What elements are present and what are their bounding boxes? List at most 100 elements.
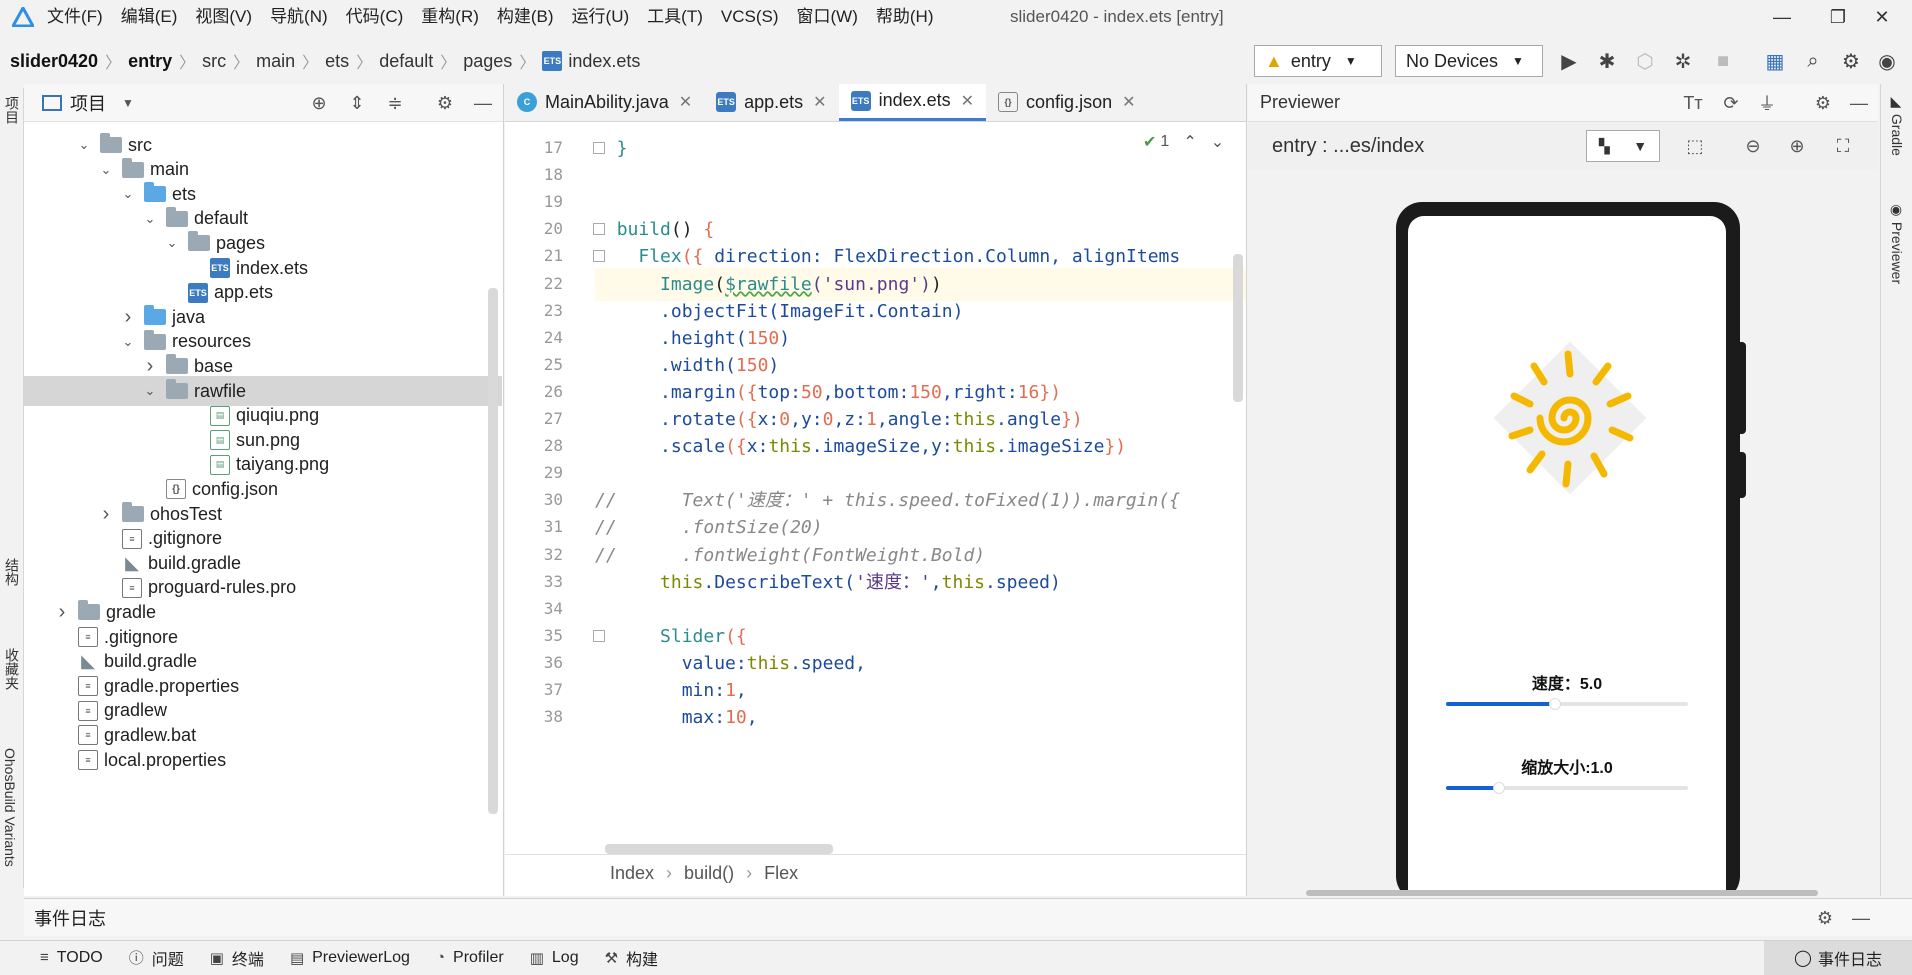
previewer-h-scrollbar[interactable] (1306, 890, 1818, 896)
status-tab[interactable]: ▣ 终端 (210, 946, 264, 970)
tree-item[interactable]: ≡ local.properties (24, 745, 502, 775)
menu-item[interactable]: 视图(V) (186, 0, 261, 34)
chevron-down-icon[interactable]: ⌄ (120, 334, 136, 350)
minimize-icon[interactable]: — (1752, 0, 1812, 34)
menu-item[interactable]: 运行(U) (563, 0, 639, 34)
run-config-select[interactable]: ▲ entry ▼ (1254, 45, 1382, 77)
tool-window-project[interactable]: 项目 (2, 96, 22, 124)
refresh-icon[interactable]: ⟳ (1716, 88, 1746, 118)
locate-icon[interactable]: ⊕ (304, 88, 334, 118)
menu-item[interactable]: 帮助(H) (867, 0, 943, 34)
editor-breadcrumb-item[interactable]: Index (610, 863, 654, 884)
code-area[interactable]: } build() { Flex({ direction: FlexDirect… (595, 122, 1246, 842)
scale-slider-knob[interactable] (1493, 782, 1506, 794)
speed-slider-knob[interactable] (1548, 698, 1561, 710)
panel-settings-icon[interactable]: ⚙ (430, 88, 460, 118)
debug-icon[interactable]: ✱ (1592, 46, 1622, 76)
close-tab-icon[interactable]: ✕ (1122, 92, 1135, 112)
chevron-up-icon[interactable]: ⌃ (1183, 132, 1196, 152)
editor-tab[interactable]: C MainAbility.java ✕ (505, 84, 704, 121)
stop-icon[interactable]: ■ (1708, 46, 1738, 76)
editor-breadcrumb-item[interactable]: build() (684, 863, 734, 884)
editor-breadcrumb-item[interactable]: Flex (764, 863, 798, 884)
hide-event-log-icon[interactable]: — (1846, 903, 1876, 933)
breadcrumb-item[interactable]: src (202, 51, 226, 72)
breadcrumb-item[interactable]: main (256, 51, 295, 72)
chevron-down-icon[interactable]: ⌄ (120, 186, 136, 202)
chevron-down-icon[interactable]: ⌄ (1211, 132, 1224, 152)
menu-item[interactable]: 工具(T) (638, 0, 712, 34)
inspection-widget[interactable]: ✔ 1 ⌃ ⌄ (1143, 132, 1224, 152)
profile-icon[interactable]: ✲ (1668, 46, 1698, 76)
menu-item[interactable]: 构建(B) (488, 0, 563, 34)
previewer-settings-icon[interactable]: ⚙ (1808, 88, 1838, 118)
menu-item[interactable]: 导航(N) (261, 0, 337, 34)
chevron-down-icon[interactable]: ▼ (122, 96, 134, 110)
chevron-down-icon[interactable]: ⌄ (142, 383, 158, 399)
status-tab[interactable]: ≡ TODO (40, 949, 103, 967)
status-tab[interactable]: ▤ PreviewerLog (290, 949, 410, 967)
editor-tab[interactable]: {} config.json ✕ (986, 84, 1147, 121)
event-log-settings-icon[interactable]: ⚙ (1810, 903, 1840, 933)
code-line[interactable]: max:10, (595, 701, 1246, 734)
run-icon[interactable]: ▶ (1554, 46, 1584, 76)
editor-tab[interactable]: ETS app.ets ✕ (704, 84, 838, 121)
status-tab[interactable]: ⚒ 构建 (605, 946, 658, 970)
hide-previewer-icon[interactable]: — (1844, 88, 1874, 118)
menu-item[interactable]: 代码(C) (337, 0, 413, 34)
editor-tab[interactable]: ETS index.ets ✕ (838, 84, 987, 121)
editor-scrollbar[interactable] (1233, 254, 1243, 402)
tool-window-favorites[interactable]: 收藏夹 (2, 648, 22, 690)
search-icon[interactable]: ⌕ (1798, 46, 1828, 76)
account-icon[interactable]: ◉ (1872, 46, 1902, 76)
close-tab-icon[interactable]: ✕ (813, 92, 826, 112)
status-tab[interactable]: ▥ Log (530, 949, 579, 967)
breadcrumb-item[interactable]: default (379, 51, 433, 72)
close-icon[interactable]: ✕ (1852, 0, 1912, 34)
tool-window-previewer[interactable]: ◉ Previewer (1889, 202, 1905, 284)
project-scrollbar[interactable] (488, 288, 498, 814)
chevron-down-icon[interactable]: ⌄ (98, 162, 114, 178)
close-tab-icon[interactable]: ✕ (679, 92, 692, 112)
editor-h-scrollbar[interactable] (605, 844, 833, 854)
menu-item[interactable]: VCS(S) (712, 0, 788, 34)
collapse-all-icon[interactable]: ≑ (380, 88, 410, 118)
layout-mode-select[interactable]: ▚ ▼ (1586, 130, 1660, 162)
scale-slider[interactable] (1446, 782, 1688, 794)
text-size-icon[interactable]: Tт (1678, 88, 1708, 118)
menu-item[interactable]: 编辑(E) (112, 0, 187, 34)
menu-item[interactable]: 重构(R) (412, 0, 488, 34)
breadcrumb-item[interactable]: pages (463, 51, 512, 72)
zoom-out-icon[interactable]: ⊖ (1738, 131, 1768, 161)
settings-gear-icon[interactable]: ⚙ (1836, 46, 1866, 76)
status-tab[interactable]: ⓘ 问题 (129, 946, 184, 970)
chevron-right-icon[interactable]: › (120, 306, 136, 329)
fit-icon[interactable]: ⬚ (1680, 131, 1710, 161)
chevron-right-icon[interactable]: › (54, 601, 70, 624)
breadcrumb-item[interactable]: slider0420 (10, 51, 98, 72)
breadcrumb-item[interactable]: ets (325, 51, 349, 72)
device-select[interactable]: No Devices ▼ (1395, 45, 1543, 77)
expand-all-icon[interactable]: ⇕ (342, 88, 372, 118)
status-tab[interactable]: ◔ Profiler (436, 949, 504, 967)
tool-window-gradle[interactable]: ◣ Gradle (1889, 94, 1905, 156)
menu-item[interactable]: 文件(F) (38, 0, 112, 34)
breadcrumb-item[interactable]: entry (128, 51, 172, 72)
plug-icon[interactable]: ⏚ (1752, 88, 1782, 118)
fullscreen-icon[interactable]: ⛶ (1828, 131, 1858, 161)
zoom-in-icon[interactable]: ⊕ (1782, 131, 1812, 161)
tool-window-build-variants[interactable]: OhosBuild Variants (2, 748, 18, 867)
attach-debugger-icon[interactable]: ⬡ (1630, 46, 1660, 76)
hide-panel-icon[interactable]: — (468, 88, 498, 118)
speed-slider[interactable] (1446, 698, 1688, 710)
tool-window-structure[interactable]: 结构 (2, 558, 22, 586)
breadcrumb-item[interactable]: index.ets (568, 51, 640, 72)
project-structure-icon[interactable]: ▦ (1760, 46, 1790, 76)
chevron-right-icon[interactable]: › (98, 503, 114, 526)
project-view-label[interactable]: 项目 (70, 90, 106, 116)
close-tab-icon[interactable]: ✕ (961, 91, 974, 111)
chevron-down-icon[interactable]: ⌄ (164, 235, 180, 251)
menu-item[interactable]: 窗口(W) (788, 0, 867, 34)
chevron-down-icon[interactable]: ⌄ (142, 211, 158, 227)
event-log-button[interactable]: ◯ 事件日志 (1764, 941, 1912, 975)
